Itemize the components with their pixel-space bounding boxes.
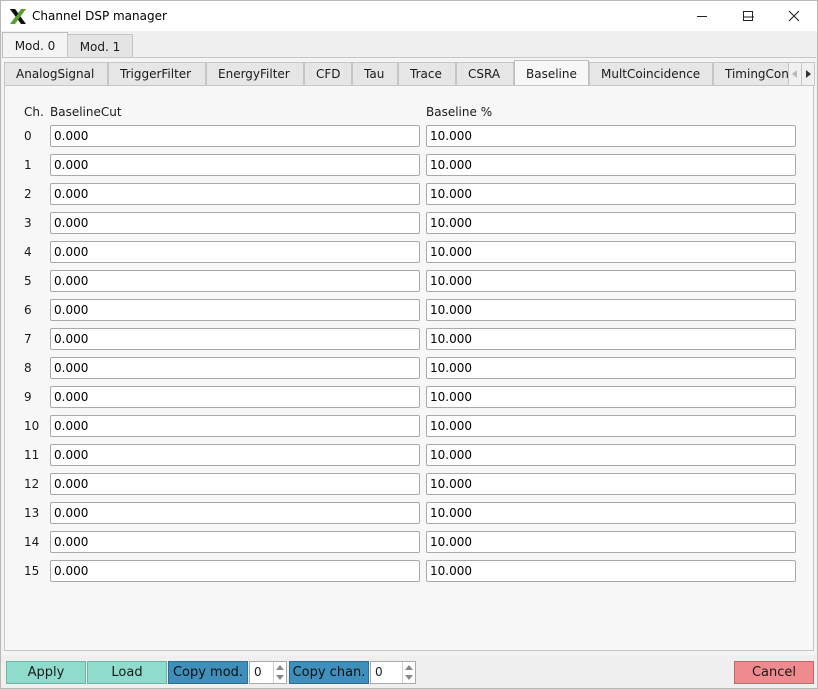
copy-chan-spinbox[interactable]: 0 — [370, 661, 416, 684]
module-tab-bar: Mod. 0 Mod. 1 — [1, 32, 817, 59]
minimize-icon — [697, 16, 707, 17]
channel-label: 0 — [24, 129, 32, 143]
spin-down-icon — [276, 675, 284, 680]
tab-multcoincidence[interactable]: MultCoincidence — [589, 62, 713, 85]
baselinecut-input[interactable]: 0.000 — [50, 154, 420, 176]
channel-label: 10 — [24, 419, 40, 433]
baseline-percent-input[interactable]: 10.000 — [426, 357, 796, 379]
baselinecut-input[interactable]: 0.000 — [50, 241, 420, 263]
baselinecut-input[interactable]: 0.000 — [50, 531, 420, 553]
baseline-percent-input[interactable]: 10.000 — [426, 502, 796, 524]
baselinecut-input[interactable]: 0.000 — [50, 212, 420, 234]
x-logo-icon — [10, 9, 26, 24]
channel-label: 13 — [24, 506, 40, 520]
header-baseline-percent: Baseline % — [426, 105, 493, 119]
tab-baseline[interactable]: Baseline — [514, 60, 589, 85]
maximize-icon — [743, 11, 753, 21]
baselinecut-input[interactable]: 0.000 — [50, 328, 420, 350]
chevron-left-icon — [792, 70, 797, 78]
channel-label: 15 — [24, 564, 40, 578]
channel-label: 14 — [24, 535, 40, 549]
copy-mod-stepper[interactable] — [273, 662, 286, 683]
baseline-percent-input[interactable]: 10.000 — [426, 299, 796, 321]
baselinecut-input[interactable]: 0.000 — [50, 357, 420, 379]
copy-mod-button[interactable]: Copy mod. — [168, 661, 248, 684]
spin-up-icon — [276, 665, 284, 670]
baseline-percent-input[interactable]: 10.000 — [426, 125, 796, 147]
channel-label: 5 — [24, 274, 32, 288]
baselinecut-input[interactable]: 0.000 — [50, 299, 420, 321]
tab-mod-0[interactable]: Mod. 0 — [2, 32, 68, 59]
tab-tau[interactable]: Tau — [352, 62, 398, 85]
baseline-percent-input[interactable]: 10.000 — [426, 415, 796, 437]
window-title: Channel DSP manager — [32, 9, 167, 23]
cancel-button[interactable]: Cancel — [734, 661, 814, 684]
close-button[interactable] — [771, 1, 817, 31]
baselinecut-input[interactable]: 0.000 — [50, 473, 420, 495]
tab-scroll-right-button[interactable] — [801, 62, 815, 86]
copy-mod-value: 0 — [254, 665, 262, 679]
copy-mod-spinbox[interactable]: 0 — [249, 661, 287, 684]
channel-label: 8 — [24, 361, 32, 375]
copy-chan-stepper[interactable] — [402, 662, 415, 683]
tab-scroll-left-button[interactable] — [788, 62, 802, 86]
tab-csra[interactable]: CSRA — [456, 62, 514, 85]
baseline-percent-input[interactable]: 10.000 — [426, 386, 796, 408]
baselinecut-input[interactable]: 0.000 — [50, 444, 420, 466]
baselinecut-input[interactable]: 0.000 — [50, 125, 420, 147]
baselinecut-input[interactable]: 0.000 — [50, 560, 420, 582]
tab-trace[interactable]: Trace — [398, 62, 456, 85]
baseline-percent-input[interactable]: 10.000 — [426, 212, 796, 234]
baseline-percent-input[interactable]: 10.000 — [426, 531, 796, 553]
tab-cfd[interactable]: CFD — [304, 62, 352, 85]
tab-energyfilter[interactable]: EnergyFilter — [206, 62, 304, 85]
baselinecut-input[interactable]: 0.000 — [50, 502, 420, 524]
load-button[interactable]: Load — [87, 661, 167, 684]
channel-label: 3 — [24, 216, 32, 230]
baselinecut-input[interactable]: 0.000 — [50, 270, 420, 292]
chevron-right-icon — [806, 70, 811, 78]
channel-label: 4 — [24, 245, 32, 259]
baseline-percent-input[interactable]: 10.000 — [426, 444, 796, 466]
copy-chan-button[interactable]: Copy chan. — [289, 661, 369, 684]
baseline-percent-input[interactable]: 10.000 — [426, 473, 796, 495]
tab-triggerfilter[interactable]: TriggerFilter — [108, 62, 206, 85]
channel-label: 11 — [24, 448, 40, 462]
baseline-percent-input[interactable]: 10.000 — [426, 270, 796, 292]
spin-down-icon — [405, 675, 413, 680]
header-channel: Ch. — [24, 105, 44, 119]
header-baselinecut: BaselineCut — [50, 105, 122, 119]
baseline-percent-input[interactable]: 10.000 — [426, 328, 796, 350]
baselinecut-input[interactable]: 0.000 — [50, 386, 420, 408]
baseline-percent-input[interactable]: 10.000 — [426, 560, 796, 582]
baseline-percent-input[interactable]: 10.000 — [426, 154, 796, 176]
dsp-tab-bar: AnalogSignal TriggerFilter EnergyFilter … — [4, 60, 788, 85]
minimize-button-main[interactable] — [679, 1, 725, 31]
channel-label: 1 — [24, 158, 32, 172]
channel-label: 6 — [24, 303, 32, 317]
channel-label: 7 — [24, 332, 32, 346]
baselinecut-input[interactable]: 0.000 — [50, 415, 420, 437]
tab-analogsignal[interactable]: AnalogSignal — [4, 62, 108, 85]
baselinecut-input[interactable]: 0.000 — [50, 183, 420, 205]
baseline-percent-input[interactable]: 10.000 — [426, 241, 796, 263]
channel-label: 9 — [24, 390, 32, 404]
close-icon — [788, 10, 800, 22]
tab-timingcon[interactable]: TimingCon — [713, 62, 788, 85]
apply-button[interactable]: Apply — [6, 661, 86, 684]
channel-label: 2 — [24, 187, 32, 201]
maximize-button-main[interactable] — [725, 1, 771, 31]
baseline-percent-input[interactable]: 10.000 — [426, 183, 796, 205]
dsp-manager-window: Channel DSP manager Mod. 0 Mod. 1 Analog… — [0, 0, 818, 689]
channel-label: 12 — [24, 477, 40, 491]
copy-chan-value: 0 — [375, 665, 383, 679]
spin-up-icon — [405, 665, 413, 670]
tab-mod-1[interactable]: Mod. 1 — [67, 34, 133, 58]
